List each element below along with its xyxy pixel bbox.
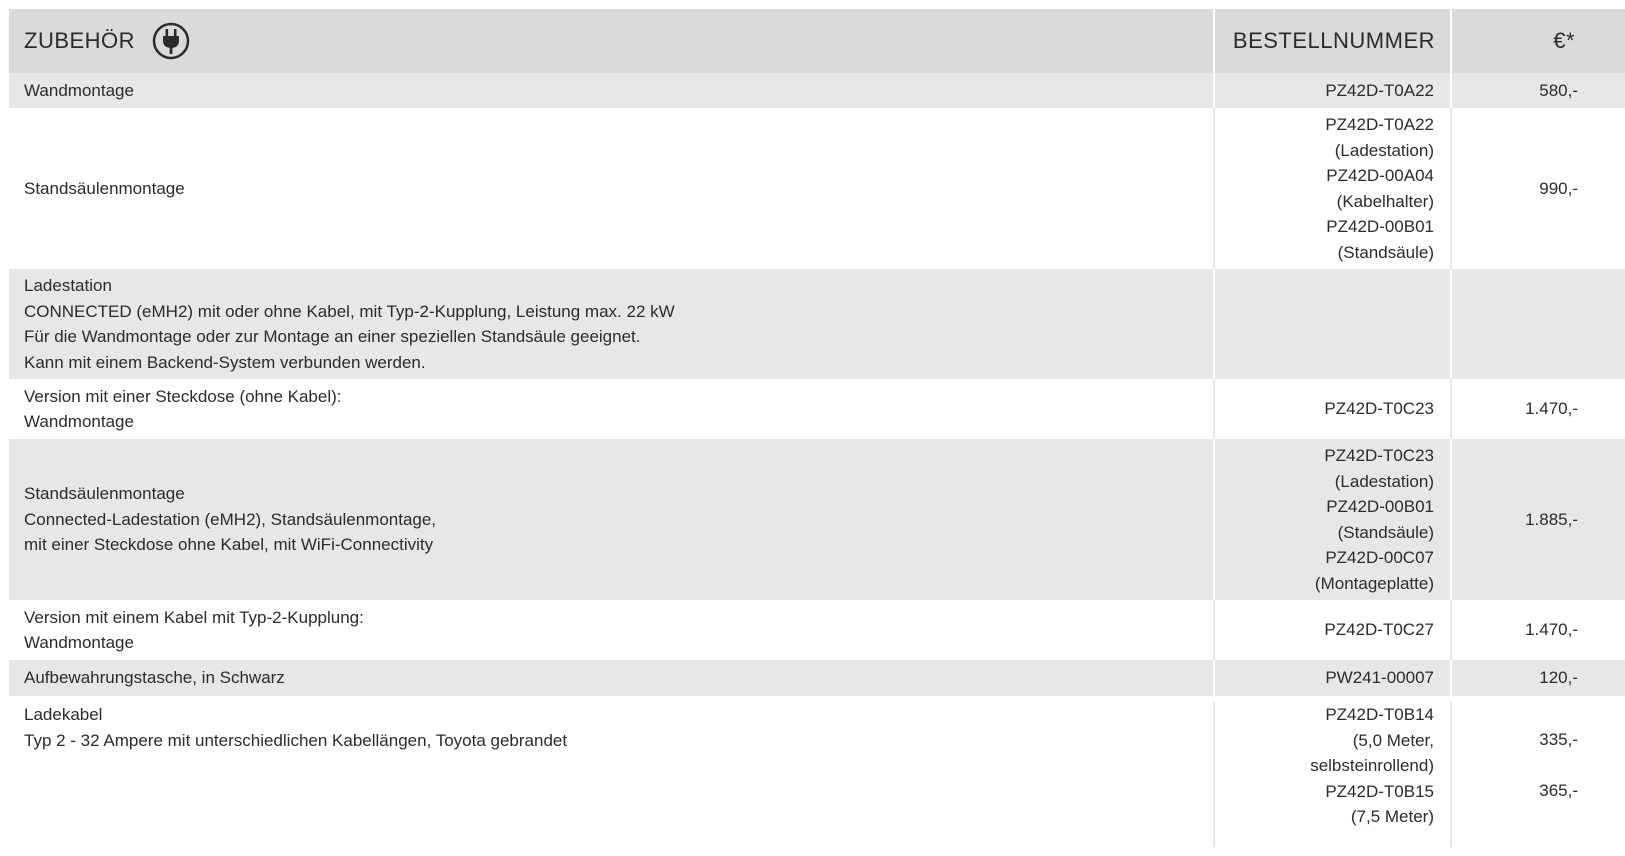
description-line: Kann mit einem Backend-System verbunden … [24, 352, 426, 372]
price-line: 580,- [1539, 80, 1578, 100]
row-price: 990,- [1450, 108, 1625, 269]
description-line: Standsäulenmontage [24, 484, 185, 504]
order-number-line: PZ42D-T0B14 [1325, 705, 1434, 724]
description-line: Wandmontage [24, 633, 134, 652]
header-order-number: BESTELLNUMMER [1213, 9, 1450, 73]
row-order-number: PZ42D-T0B14 (5,0 Meter, selbsteinrollend… [1213, 702, 1450, 847]
order-number-line: (5,0 Meter, [1352, 730, 1434, 750]
row-order-number: PZ42D-T0A22 (Ladestation) PZ42D-00A04 (K… [1213, 108, 1450, 269]
row-price: 580,- [1450, 73, 1625, 108]
row-price: 1.885,- [1450, 439, 1625, 600]
row-price: 1.470,- [1450, 379, 1625, 439]
description-line: Ladestation [24, 276, 112, 295]
row-description: Ladekabel Typ 2 - 32 Ampere mit untersch… [9, 702, 1213, 847]
table-row: Wandmontage PZ42D-T0A22 580,- [9, 73, 1625, 108]
price-line: 1.885,- [1525, 509, 1578, 529]
plug-icon [151, 21, 191, 61]
table-row: Standsäulenmontage Connected-Ladestation… [9, 439, 1625, 600]
table-row: Ladekabel Typ 2 - 32 Ampere mit untersch… [9, 696, 1625, 847]
table-row: Standsäulenmontage PZ42D-T0A22 (Ladestat… [9, 108, 1625, 269]
order-number-line: PZ42D-T0A22 [1325, 80, 1434, 100]
order-number-line: (Ladestation) [1334, 471, 1434, 491]
header-title: ZUBEHÖR [24, 28, 136, 54]
order-number-line: PZ42D-T0A22 [1325, 115, 1434, 134]
table-row: Version mit einem Kabel mit Typ-2-Kupplu… [9, 600, 1625, 660]
description-line: Version mit einem Kabel mit Typ-2-Kupplu… [24, 607, 364, 627]
row-description: Version mit einem Kabel mit Typ-2-Kupplu… [9, 600, 1213, 660]
order-number-line: PZ42D-T0C23 [1324, 399, 1434, 419]
description-line: Wandmontage [24, 80, 134, 100]
row-order-number: PW241-00007 [1213, 660, 1450, 696]
order-number-line: (Ladestation) [1334, 140, 1434, 160]
header-price: €* [1450, 9, 1625, 73]
table-row: Aufbewahrungstasche, in Schwarz PW241-00… [9, 660, 1625, 696]
order-number-line: PZ42D-T0C27 [1324, 620, 1434, 640]
row-description: Aufbewahrungstasche, in Schwarz [9, 660, 1213, 696]
table-row: Version mit einer Steckdose (ohne Kabel)… [9, 379, 1625, 439]
row-description: Ladestation CONNECTED (eMH2) mit oder oh… [9, 269, 1213, 379]
header-accessory-cell: ZUBEHÖR [9, 9, 1213, 73]
row-order-number: PZ42D-T0C27 [1213, 600, 1450, 660]
row-price: 335,- 365,- [1450, 702, 1625, 847]
order-number-line: (7,5 Meter) [1350, 807, 1434, 826]
row-price: 120,- [1450, 660, 1625, 696]
price-line: 120,- [1539, 668, 1578, 688]
description-line: Typ 2 - 32 Ampere mit unterschiedlichen … [24, 730, 568, 750]
description-line: Aufbewahrungstasche, in Schwarz [24, 668, 285, 688]
description-line: Version mit einer Steckdose (ohne Kabel)… [24, 386, 342, 406]
row-description: Standsäulenmontage [9, 108, 1213, 269]
order-number-line: (Standsäule) [1337, 522, 1434, 542]
description-line: Wandmontage [24, 412, 134, 431]
table-row: Ladestation CONNECTED (eMH2) mit oder oh… [9, 269, 1625, 379]
order-number-line: PZ42D-00A04 [1326, 166, 1434, 185]
order-number-line: PZ42D-T0C23 [1324, 446, 1434, 465]
order-number-line: (Standsäule) [1337, 242, 1434, 262]
row-description: Standsäulenmontage Connected-Ladestation… [9, 439, 1213, 600]
description-line: Standsäulenmontage [24, 178, 185, 198]
order-number-line: PW241-00007 [1325, 668, 1434, 688]
description-line: CONNECTED (eMH2) mit oder ohne Kabel, mi… [24, 301, 675, 321]
order-number-line: (Montageplatte) [1314, 573, 1434, 593]
price-line: 1.470,- [1525, 399, 1578, 419]
order-number-line: PZ42D-00B01 [1326, 497, 1434, 516]
description-line: Für die Wandmontage oder zur Montage an … [24, 327, 641, 346]
accessories-table: ZUBEHÖR BESTELLNUMMER €* Wandmontage PZ4… [9, 9, 1625, 847]
order-number-line: selbsteinrollend) [1310, 756, 1434, 775]
price-line: 990,- [1539, 178, 1578, 198]
price-line: 365,- [1539, 780, 1578, 800]
price-line: 1.470,- [1525, 620, 1578, 640]
row-description: Wandmontage [9, 73, 1213, 108]
description-line: Ladekabel [24, 705, 103, 724]
description-line: mit einer Steckdose ohne Kabel, mit WiFi… [24, 535, 434, 555]
description-line: Connected-Ladestation (eMH2), Standsäule… [24, 509, 437, 529]
row-price [1450, 269, 1625, 379]
row-order-number: PZ42D-T0C23 [1213, 379, 1450, 439]
order-number-line: (Kabelhalter) [1336, 191, 1434, 211]
order-number-line: PZ42D-T0B15 [1325, 781, 1434, 801]
order-number-line: PZ42D-00C07 [1325, 548, 1434, 567]
row-price: 1.470,- [1450, 600, 1625, 660]
row-order-number: PZ42D-T0A22 [1213, 73, 1450, 108]
price-line: 335,- [1539, 730, 1578, 749]
table-header: ZUBEHÖR BESTELLNUMMER €* [9, 9, 1625, 73]
row-order-number: PZ42D-T0C23 (Ladestation) PZ42D-00B01 (S… [1213, 439, 1450, 600]
row-description: Version mit einer Steckdose (ohne Kabel)… [9, 379, 1213, 439]
row-order-number [1213, 269, 1450, 379]
order-number-line: PZ42D-00B01 [1326, 217, 1434, 236]
